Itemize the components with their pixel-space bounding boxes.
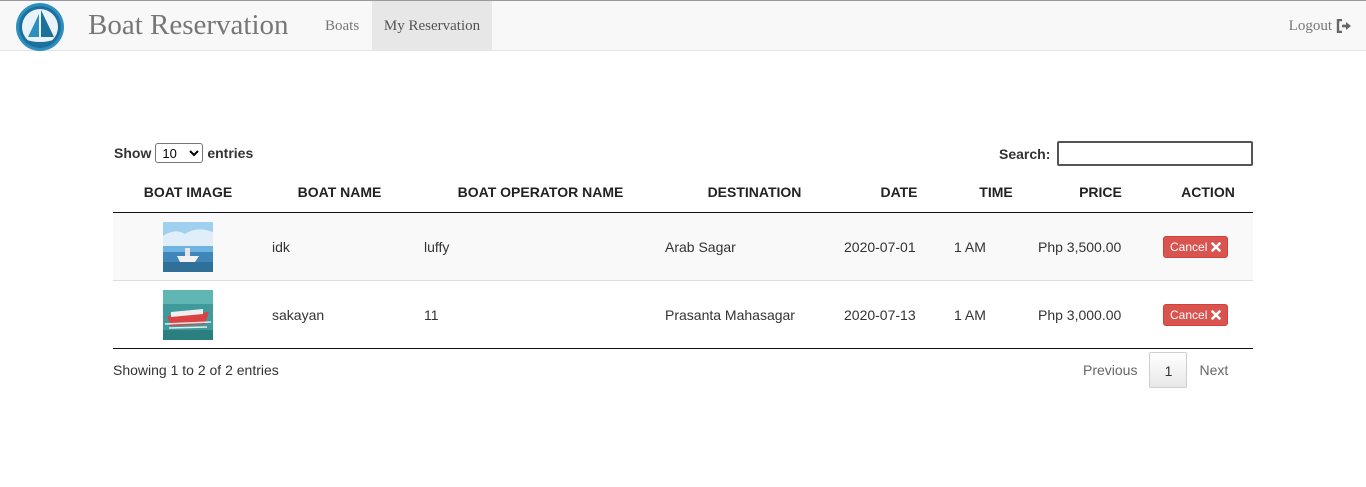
pagination: Previous 1 Next <box>1071 352 1240 388</box>
times-icon <box>1211 309 1222 320</box>
destination: Prasanta Mahasagar <box>665 306 795 323</box>
search-label: Search: <box>999 145 1051 162</box>
operator-name: luffy <box>424 238 450 255</box>
brand-title[interactable]: Boat Reservation <box>88 9 289 42</box>
date: 2020-07-13 <box>844 306 916 323</box>
col-action[interactable]: ACTION <box>1163 172 1253 213</box>
sailboat-logo-icon[interactable] <box>14 1 66 53</box>
table-header-row: BOAT IMAGE BOAT NAME BOAT OPERATOR NAME … <box>113 172 1253 213</box>
time: 1 AM <box>954 306 986 323</box>
cancel-button[interactable]: Cancel <box>1163 235 1229 258</box>
reservations-table: BOAT IMAGE BOAT NAME BOAT OPERATOR NAME … <box>113 172 1253 349</box>
table-info: Showing 1 to 2 of 2 entries <box>113 362 279 378</box>
logout-link[interactable]: Logout <box>1289 1 1352 51</box>
col-operator-name[interactable]: BOAT OPERATOR NAME <box>416 172 665 213</box>
boat-thumbnail <box>163 289 213 340</box>
nav-my-reservation[interactable]: My Reservation <box>372 1 492 51</box>
times-icon <box>1211 241 1222 252</box>
table-row: idk luffy Arab Sagar 2020-07-01 1 AM Php… <box>113 212 1253 281</box>
previous-page-button[interactable]: Previous <box>1071 352 1149 388</box>
search-control: Search: <box>999 141 1254 166</box>
cancel-label: Cancel <box>1170 239 1208 254</box>
next-page-button[interactable]: Next <box>1187 352 1240 388</box>
boat-name: sakayan <box>272 306 325 323</box>
logout-label: Logout <box>1288 18 1332 34</box>
boat-thumbnail <box>163 221 213 272</box>
col-date[interactable]: DATE <box>844 172 954 213</box>
entries-label: entries <box>207 145 254 161</box>
nav-boats[interactable]: Boats <box>325 1 359 51</box>
operator-name: 11 <box>424 306 439 323</box>
time: 1 AM <box>954 238 986 255</box>
table-row: sakayan 11 Prasanta Mahasagar 2020-07-13… <box>113 281 1253 349</box>
price: Php 3,000.00 <box>1038 306 1122 323</box>
search-input[interactable] <box>1057 141 1254 166</box>
page-1-button[interactable]: 1 <box>1149 352 1188 388</box>
action-cell: Cancel <box>1163 281 1253 349</box>
page-length-control: Show 10 25 50 100 entries <box>114 143 253 163</box>
boat-name: idk <box>272 238 290 255</box>
col-boat-name[interactable]: BOAT NAME <box>263 172 416 213</box>
navbar: Boat Reservation Boats My Reservation Lo… <box>0 0 1366 51</box>
sign-out-icon <box>1336 19 1352 33</box>
cancel-button[interactable]: Cancel <box>1163 303 1229 326</box>
destination: Arab Sagar <box>665 238 736 255</box>
boat-image-cell <box>113 213 263 281</box>
date: 2020-07-01 <box>844 238 916 255</box>
price: Php 3,500.00 <box>1038 238 1122 255</box>
col-destination[interactable]: DESTINATION <box>665 172 844 213</box>
boat-image-cell <box>113 281 263 349</box>
page-length-select[interactable]: 10 25 50 100 <box>155 143 204 163</box>
show-label: Show <box>114 145 152 161</box>
col-time[interactable]: TIME <box>954 172 1038 213</box>
col-boat-image[interactable]: BOAT IMAGE <box>113 172 263 213</box>
col-price[interactable]: PRICE <box>1038 172 1163 213</box>
action-cell: Cancel <box>1163 213 1253 281</box>
cancel-label: Cancel <box>1170 307 1208 322</box>
